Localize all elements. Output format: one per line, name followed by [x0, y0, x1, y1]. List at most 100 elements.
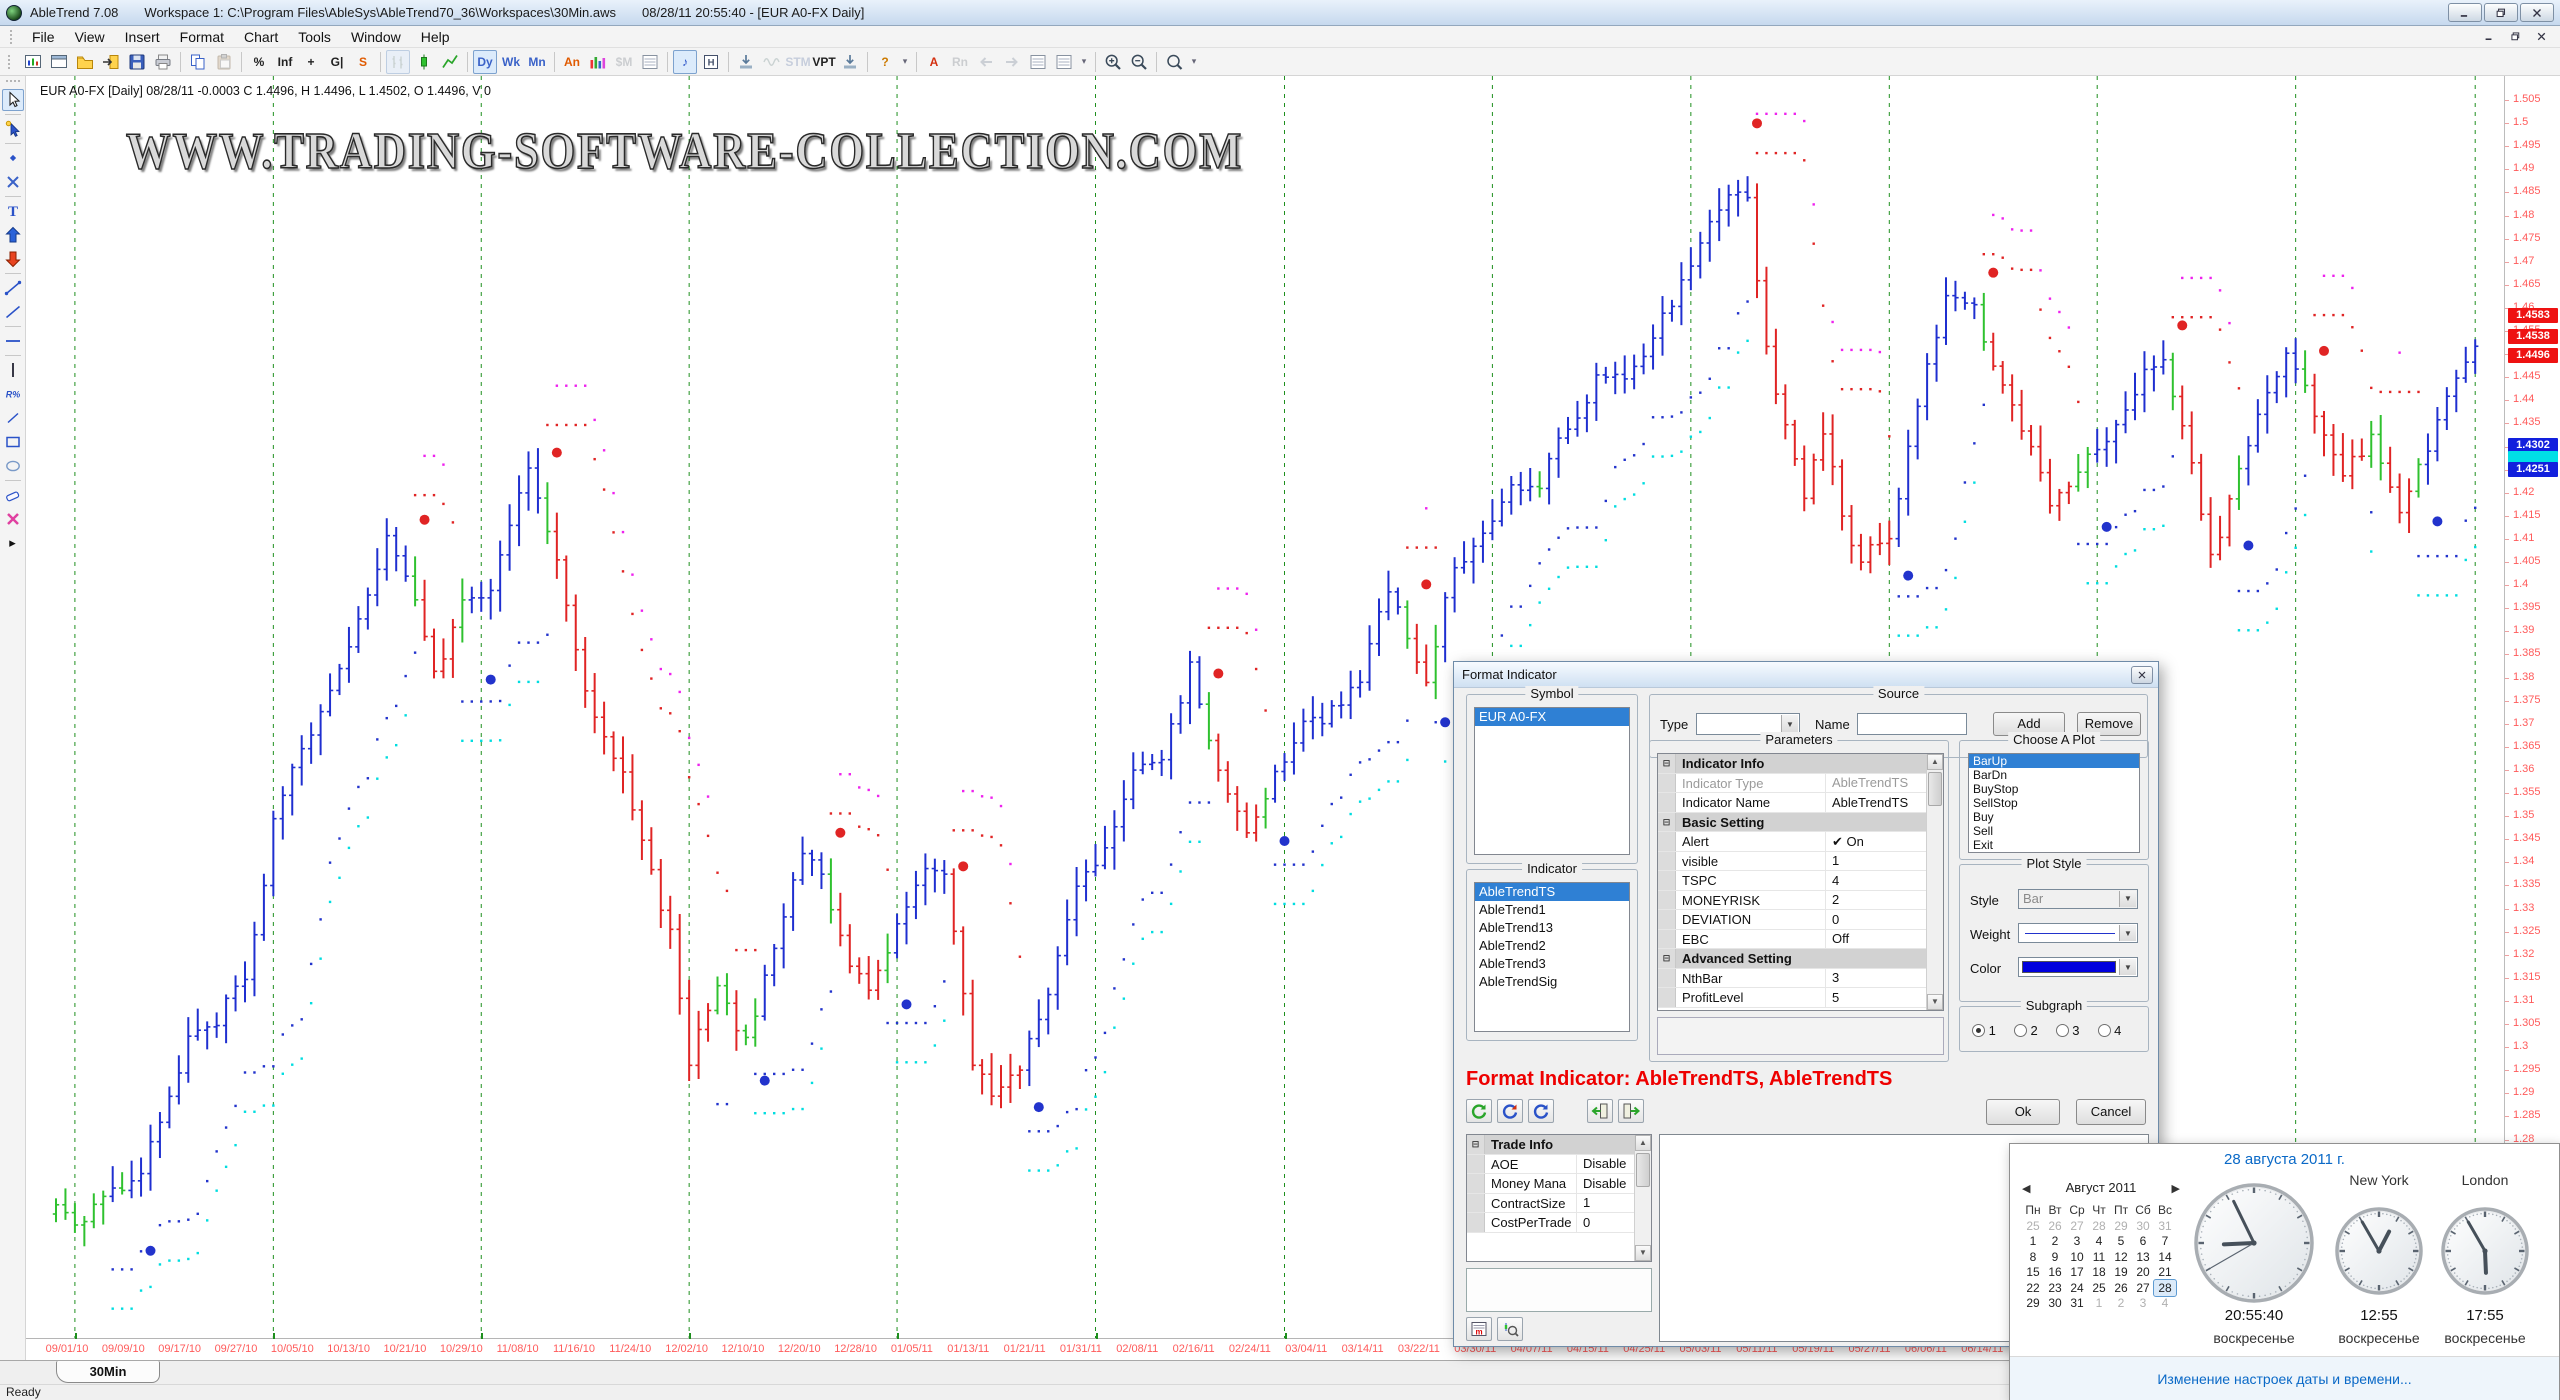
- scrollbar[interactable]: ▲▼: [1634, 1135, 1651, 1261]
- subgraph-radio-1[interactable]: 1: [1972, 1023, 1996, 1038]
- rectangle-icon[interactable]: [2, 431, 24, 453]
- grid-row[interactable]: Money ManaDisable: [1467, 1174, 1634, 1194]
- grid-row-value[interactable]: Disable: [1577, 1174, 1634, 1193]
- calendar-next-icon[interactable]: ▶: [2172, 1182, 2180, 1195]
- grid-row-value[interactable]: ✔ On: [1826, 832, 1926, 851]
- symbol-listbox[interactable]: EUR A0-FX: [1474, 707, 1630, 855]
- calendar-day[interactable]: 2: [2044, 1234, 2066, 1250]
- grid-row-value[interactable]: 0: [1577, 1213, 1634, 1232]
- child-close-icon[interactable]: [2530, 27, 2552, 45]
- percent-icon[interactable]: %: [247, 50, 271, 74]
- copy-icon[interactable]: [186, 50, 210, 74]
- list-item[interactable]: BarDn: [1969, 768, 2139, 782]
- zoom-reset-icon[interactable]: [1162, 50, 1186, 74]
- order-panel-icon[interactable]: H: [699, 50, 723, 74]
- calendar-day[interactable]: 18: [2088, 1265, 2110, 1281]
- grid-row-value[interactable]: Off: [1826, 929, 1926, 948]
- select-cursor-icon[interactable]: [2, 89, 24, 111]
- vertical-line-icon[interactable]: [2, 359, 24, 381]
- list-item[interactable]: AbleTrend2: [1475, 937, 1629, 955]
- vpt-icon[interactable]: VPT: [812, 50, 836, 74]
- calendar-day[interactable]: 25: [2022, 1218, 2044, 1234]
- calendar-day[interactable]: 4: [2154, 1296, 2176, 1312]
- menu-window[interactable]: Window: [341, 27, 411, 47]
- grid-row[interactable]: ⊟Trade Info: [1467, 1135, 1634, 1155]
- style-dropdown[interactable]: Bar▼: [2018, 889, 2138, 909]
- overflow-chevron-icon[interactable]: ▾: [899, 50, 911, 74]
- import-icon[interactable]: [99, 50, 123, 74]
- back-icon[interactable]: [974, 50, 998, 74]
- retracement-icon[interactable]: R%: [2, 383, 24, 405]
- grid-row[interactable]: visible1: [1658, 852, 1926, 872]
- page-list-alt-icon[interactable]: [1052, 50, 1076, 74]
- list-item[interactable]: AbleTrendSig: [1475, 973, 1629, 991]
- list-item[interactable]: BarUp: [1969, 754, 2139, 768]
- grid-row[interactable]: MONEYRISK2: [1658, 891, 1926, 911]
- calendar-day[interactable]: 2: [2110, 1296, 2132, 1312]
- report-icon[interactable]: m: [1466, 1317, 1492, 1341]
- list-item[interactable]: Buy: [1969, 810, 2139, 824]
- calendar-day[interactable]: 27: [2066, 1218, 2088, 1234]
- refresh-green-icon[interactable]: [1466, 1099, 1492, 1123]
- stm-icon[interactable]: STM: [786, 50, 810, 74]
- money-icon[interactable]: $M: [612, 50, 636, 74]
- calendar-day[interactable]: 28: [2154, 1280, 2176, 1296]
- save-icon[interactable]: [125, 50, 149, 74]
- analysis-icon[interactable]: An: [560, 50, 584, 74]
- apply-forward-icon[interactable]: [1618, 1099, 1644, 1123]
- new-window-icon[interactable]: [47, 50, 71, 74]
- grid-row[interactable]: Indicator NameAbleTrendTS: [1658, 793, 1926, 813]
- color-dropdown[interactable]: ▼: [2018, 957, 2138, 977]
- dialog-titlebar[interactable]: Format Indicator: [1454, 662, 2158, 688]
- grid-row-value[interactable]: 4: [1826, 871, 1926, 890]
- grid-row[interactable]: NthBar3: [1658, 969, 1926, 989]
- grid-row[interactable]: ⊟Basic Setting: [1658, 813, 1926, 833]
- calendar-day[interactable]: 21: [2154, 1265, 2176, 1281]
- calendar-day[interactable]: 25: [2088, 1280, 2110, 1296]
- monthly-icon[interactable]: Mn: [525, 50, 549, 74]
- calendar-day[interactable]: 27: [2132, 1280, 2154, 1296]
- list-item[interactable]: Exit: [1969, 838, 2139, 852]
- weekly-icon[interactable]: Wk: [499, 50, 523, 74]
- menu-view[interactable]: View: [65, 27, 115, 47]
- delete-all-icon[interactable]: [2, 508, 24, 530]
- calendar-day[interactable]: 23: [2044, 1280, 2066, 1296]
- calendar-day[interactable]: 14: [2154, 1249, 2176, 1265]
- restore-icon[interactable]: [2484, 3, 2518, 22]
- grid-row-value[interactable]: 1: [1577, 1193, 1634, 1212]
- segment-icon[interactable]: [2, 407, 24, 429]
- calendar-day[interactable]: 28: [2088, 1218, 2110, 1234]
- calendar-day[interactable]: 12: [2110, 1249, 2132, 1265]
- calendar-day[interactable]: 29: [2022, 1296, 2044, 1312]
- grid-row[interactable]: AOEDisable: [1467, 1155, 1634, 1175]
- grid-row[interactable]: ⊟Advanced Setting: [1658, 949, 1926, 969]
- grid-row-value[interactable]: AbleTrendTS: [1826, 793, 1926, 812]
- calendar-day[interactable]: 3: [2132, 1296, 2154, 1312]
- calendar-day[interactable]: 3: [2066, 1234, 2088, 1250]
- volume-icon[interactable]: [586, 50, 610, 74]
- zoom-in-icon[interactable]: [1101, 50, 1125, 74]
- forward-icon[interactable]: [1000, 50, 1024, 74]
- calendar-day[interactable]: 22: [2022, 1280, 2044, 1296]
- name-input[interactable]: [1857, 713, 1967, 735]
- refresh-blue-icon[interactable]: [1528, 1099, 1554, 1123]
- grid-row-value[interactable]: AbleTrendTS: [1826, 773, 1926, 792]
- grid-row-value[interactable]: 0: [1826, 910, 1926, 929]
- download-data-icon[interactable]: [734, 50, 758, 74]
- calendar-day[interactable]: 17: [2066, 1265, 2088, 1281]
- calendar-day[interactable]: 11: [2088, 1249, 2110, 1265]
- line-chart-type-icon[interactable]: [438, 50, 462, 74]
- close-icon[interactable]: [2520, 3, 2554, 22]
- trendline-points-icon[interactable]: [2, 277, 24, 299]
- calendar-day[interactable]: 1: [2022, 1234, 2044, 1250]
- minimize-icon[interactable]: [2448, 3, 2482, 22]
- child-restore-icon[interactable]: [2504, 27, 2526, 45]
- paste-icon[interactable]: [212, 50, 236, 74]
- overflow-chevron-icon[interactable]: ▾: [1188, 50, 1200, 74]
- calendar-day[interactable]: 15: [2022, 1265, 2044, 1281]
- ellipse-icon[interactable]: [2, 455, 24, 477]
- list-item[interactable]: AbleTrendTS: [1475, 883, 1629, 901]
- print-icon[interactable]: [151, 50, 175, 74]
- grid-row[interactable]: EBC Off: [1658, 930, 1926, 950]
- subgraph-radio-3[interactable]: 3: [2056, 1023, 2080, 1038]
